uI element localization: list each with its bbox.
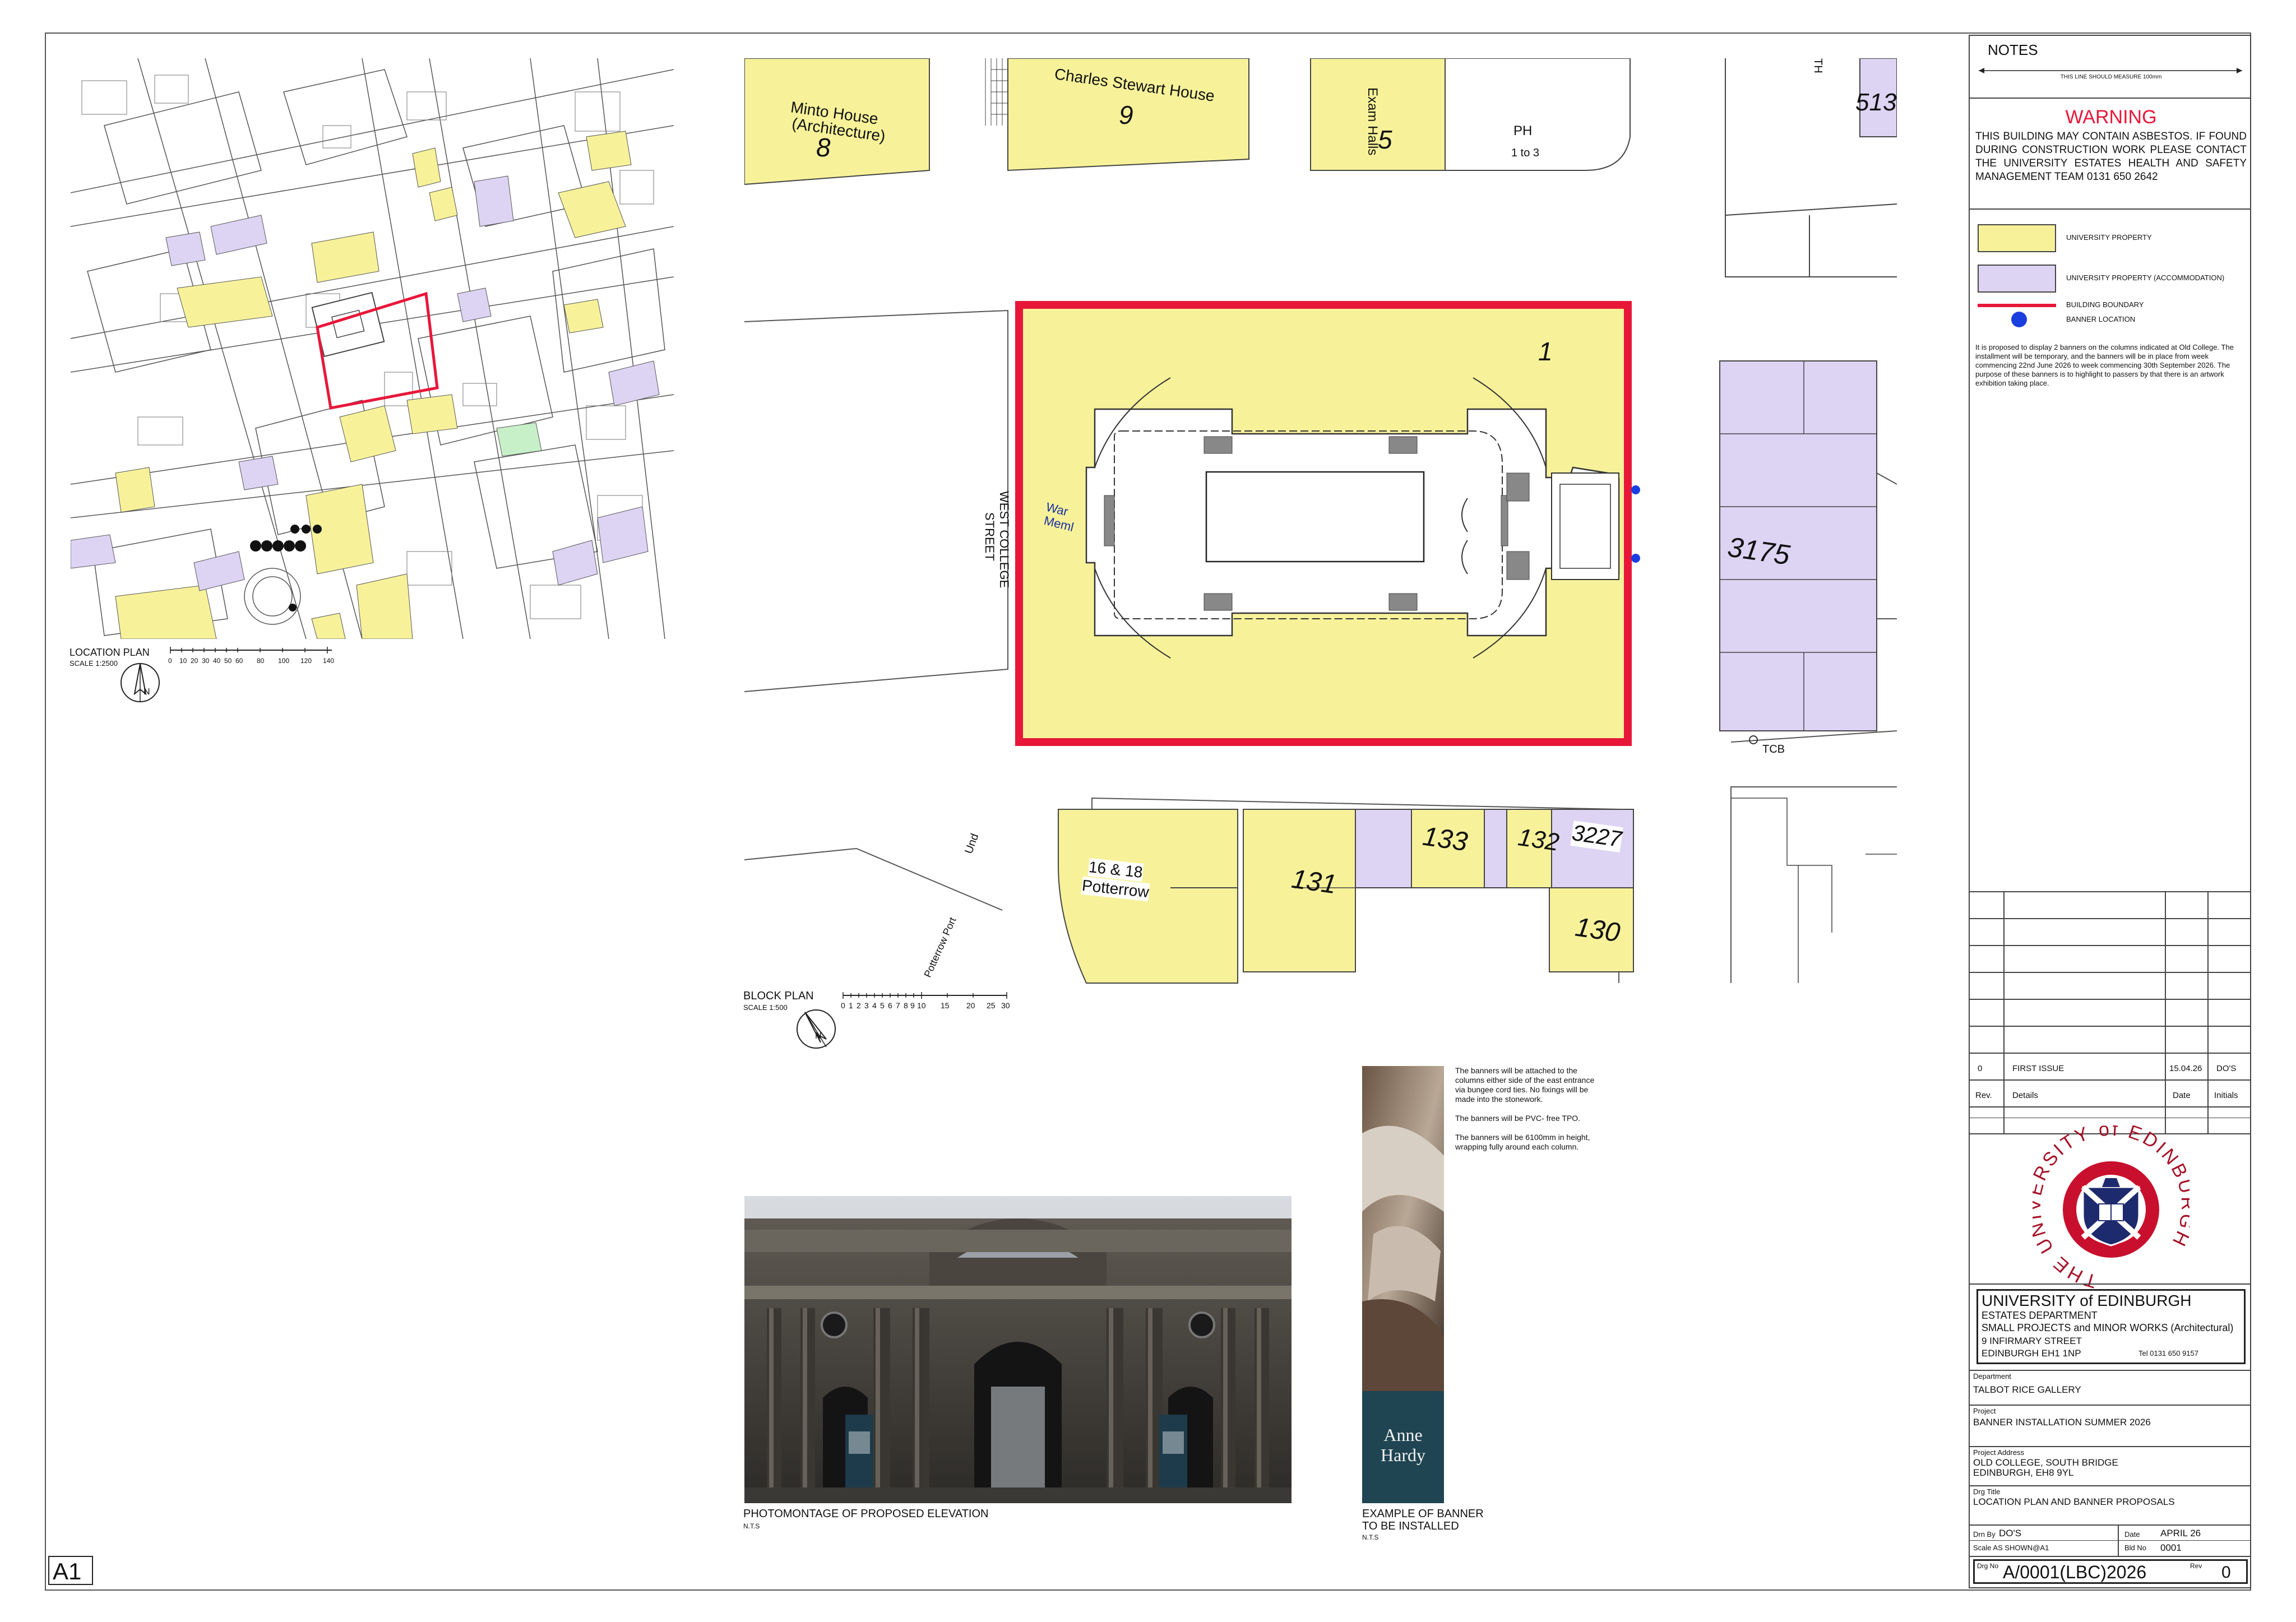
label-132: 132 [1516, 823, 1561, 856]
warning-title: WARNING [2065, 106, 2157, 128]
sheet-size-box: A1 [48, 1556, 93, 1585]
legend-swatch-university [1978, 224, 2056, 252]
org-name: UNIVERSITY of EDINBURGH [1982, 1292, 2192, 1309]
revision-row-date: 15.04.26 [2169, 1064, 2202, 1073]
label-street: STREET [983, 512, 997, 561]
org-tel: Tel 0131 650 9157 [2138, 1349, 2198, 1357]
drg-no-value: A/0001(LBC)2026 [2003, 1562, 2147, 1582]
measure-line-label: THIS LINE SHOULD MEASURE 100mm [2060, 74, 2162, 80]
block-north-arrow-icon [797, 1009, 836, 1049]
banner-caption-2: TO BE INSTALLED [1362, 1520, 1459, 1532]
label-old-college-no: 1 [1538, 337, 1553, 366]
label-131: 131 [1289, 864, 1339, 900]
revision-header-initials: Initials [2214, 1091, 2238, 1100]
label-tcb: TCB [1762, 743, 1785, 756]
bld-no-value: 0001 [2160, 1542, 2182, 1553]
department-value: TALBOT RICE GALLERY [1973, 1384, 2081, 1395]
label-130: 130 [1573, 912, 1622, 948]
project-address-1: OLD COLLEGE, SOUTH BRIDGE [1973, 1457, 2118, 1468]
legend-swatch-accommodation [1978, 265, 2056, 293]
banner-nts: N.T.S [1362, 1533, 1379, 1541]
block-plan-title: BLOCK PLAN [743, 990, 814, 1002]
block-plan-svg [744, 58, 1897, 984]
location-north-arrow-icon [121, 663, 160, 702]
location-plan-scale: SCALE 1:2500 [70, 659, 118, 668]
label-minto-no: 8 [816, 133, 831, 162]
drg-no-label: Drg No [1977, 1562, 1999, 1570]
department-label: Department [1973, 1372, 2011, 1380]
legend-label-university: UNIVERSITY PROPERTY [2066, 233, 2152, 242]
sheet-size-label: A1 [53, 1558, 82, 1584]
label-west-college: WEST COLLEGE [997, 491, 1011, 588]
org-team: SMALL PROJECTS and MINOR WORKS (Architec… [1982, 1322, 2234, 1333]
revision-header-rev: Rev. [1975, 1091, 1992, 1100]
revision-header-date: Date [2173, 1091, 2191, 1100]
banner-location-icon [2011, 312, 2027, 327]
notes-title: NOTES [1988, 41, 2038, 58]
revision-row-initials: DO'S [2216, 1064, 2237, 1073]
bld-no-label: Bld No [2124, 1544, 2147, 1552]
revision-header-details: Details [2012, 1091, 2038, 1100]
photomontage-caption: PHOTOMONTAGE OF PROPOSED ELEVATION [743, 1508, 989, 1520]
drg-title-value: LOCATION PLAN AND BANNER PROPOSALS [1973, 1496, 2175, 1507]
banner-notes: The banners will be attached to the colu… [1455, 1066, 1595, 1152]
label-133: 133 [1420, 821, 1470, 858]
university-logo: THE UNIVERSITY of EDINBURGH [2033, 1125, 2189, 1292]
org-dept: ESTATES DEPARTMENT [1982, 1310, 2098, 1321]
org-address-1: 9 INFIRMARY STREET [1982, 1336, 2082, 1346]
label-exam-no: 5 [1378, 125, 1392, 154]
project-address-label: Project Address [1973, 1448, 2025, 1457]
label-ph: PH [1513, 123, 1533, 138]
drn-by-value: DO'S [1999, 1528, 2022, 1538]
banner-note-1: The banners will be attached to the colu… [1455, 1066, 1595, 1104]
block-scale-ticks: 0 1 2 3 4 5 6 7 8 9 10 15 20 25 30 [841, 1001, 1010, 1010]
label-513: 513 [1855, 89, 1897, 116]
banner-note-3: The banners will be 6100mm in height, wr… [1455, 1133, 1590, 1151]
label-th: TH [1812, 58, 1824, 73]
banner-example-image: Anne Hardy [1362, 1066, 1444, 1503]
block-plan-scale: SCALE 1:500 [743, 1003, 788, 1012]
drg-no-box: Drg No A/0001(LBC)2026 Rev 0 [1973, 1559, 2248, 1584]
drg-rev-value: 0 [2221, 1563, 2231, 1582]
photomontage-nts: N.T.S [743, 1522, 760, 1530]
revision-row-rev: 0 [1978, 1064, 1983, 1073]
project-value: BANNER INSTALLATION SUMMER 2026 [1973, 1417, 2151, 1428]
project-label: Project [1973, 1407, 1996, 1415]
project-address-2: EDINBURGH, EH8 9YL [1973, 1467, 2074, 1478]
org-address-2: EDINBURGH EH1 1NP [1982, 1348, 2081, 1359]
location-plan-svg [71, 58, 674, 639]
photomontage-image [744, 1196, 1292, 1503]
legend-swatch-boundary [1978, 304, 2056, 307]
notes-description: It is proposed to display 2 banners on t… [1975, 343, 2234, 387]
drn-by-label: Drn By [1973, 1530, 1996, 1538]
banner-caption-1: EXAMPLE OF BANNER [1362, 1508, 1484, 1520]
label-charles-no: 9 [1119, 100, 1133, 129]
block-plan-map [744, 58, 1897, 986]
revision-row-details: FIRST ISSUE [2012, 1064, 2064, 1073]
label-1to3: 1 to 3 [1511, 147, 1540, 159]
scale-value: Scale AS SHOWN@A1 [1973, 1544, 2049, 1552]
location-plan-title: LOCATION PLAN [70, 647, 150, 658]
block-north-label: N [815, 1031, 822, 1041]
banner-artist-name: Anne Hardy [1381, 1425, 1425, 1465]
location-north-label: N [144, 687, 150, 697]
date-value: APRIL 26 [2160, 1528, 2201, 1538]
location-plan-map [71, 58, 674, 639]
legend-label-banner: BANNER LOCATION [2066, 315, 2136, 323]
drg-rev-label: Rev [2190, 1562, 2202, 1570]
legend-label-accommodation: UNIVERSITY PROPERTY (ACCOMMODATION) [2066, 274, 2225, 282]
title-block-panel: NOTES THIS LINE SHOULD MEASURE 100mm WAR… [1969, 35, 2251, 1588]
legend-label-boundary: BUILDING BOUNDARY [2066, 300, 2144, 309]
warning-body: THIS BUILDING MAY CONTAIN ASBESTOS. IF F… [1975, 131, 2247, 183]
date-label: Date [2124, 1530, 2140, 1538]
photomontage-svg [744, 1196, 1292, 1503]
address-box: UNIVERSITY of EDINBURGH ESTATES DEPARTME… [1976, 1289, 2246, 1364]
drg-title-label: Drg Title [1973, 1487, 2001, 1496]
banner-note-2: The banners will be PVC- free TPO. [1455, 1114, 1581, 1123]
